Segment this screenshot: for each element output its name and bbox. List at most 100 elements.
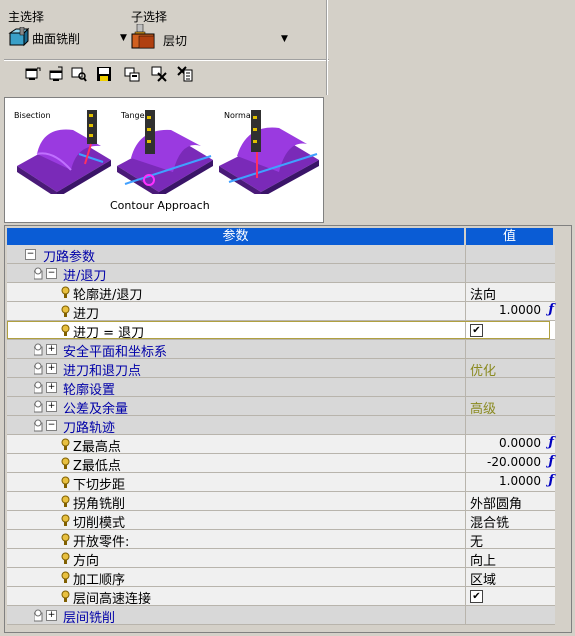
table-row[interactable]: + 公差及余量 高级: [7, 397, 557, 417]
group-bulb-icon: [34, 343, 43, 356]
row-value[interactable]: -20.0000: [487, 455, 541, 469]
function-icon[interactable]: ƒ: [548, 302, 554, 317]
table-row[interactable]: 进刀 = 退刀 ✔: [7, 321, 557, 341]
normal-illustration: [219, 110, 319, 194]
row-name: 进刀: [73, 307, 100, 322]
collapse-icon[interactable]: −: [46, 268, 57, 279]
row-name: 层间高速连接: [73, 592, 152, 607]
lightbulb-icon: [61, 552, 70, 564]
lightbulb-icon: [61, 305, 70, 317]
row-value[interactable]: 高级: [470, 398, 496, 417]
row-value[interactable]: 0.0000: [499, 436, 541, 450]
sub-select-value: 层切: [163, 34, 188, 48]
table-row[interactable]: 进刀 1.0000 ƒ: [7, 302, 557, 322]
table-row[interactable]: Z最低点 -20.0000 ƒ: [7, 454, 557, 474]
row-name: 开放零件:: [73, 535, 130, 550]
table-row[interactable]: 拐角铣削 外部圆角: [7, 492, 557, 512]
row-name: 切削模式: [73, 516, 126, 531]
main-select-dropdown[interactable]: 曲面铣削 ▼: [8, 27, 128, 49]
tools-icon[interactable]: [151, 66, 167, 82]
row-name: 轮廓进/退刀: [73, 288, 143, 303]
table-row[interactable]: + 安全平面和坐标系: [7, 340, 557, 360]
row-value[interactable]: 无: [470, 531, 483, 550]
lightbulb-icon: [61, 571, 70, 583]
row-value[interactable]: 混合铣: [470, 512, 509, 531]
table-row[interactable]: + 进刀和退刀点 优化: [7, 359, 557, 379]
table-row[interactable]: + 轮廓设置: [7, 378, 557, 398]
row-value[interactable]: 1.0000: [499, 474, 541, 488]
table-row[interactable]: − 刀路参数: [7, 245, 557, 265]
open-icon[interactable]: [48, 66, 64, 82]
column-header-param[interactable]: 参数: [7, 228, 464, 245]
lightbulb-icon: [61, 438, 70, 450]
lightbulb-icon: [61, 514, 70, 526]
row-value[interactable]: 优化: [470, 360, 496, 379]
row-name: Z最低点: [73, 459, 121, 474]
collapse-icon[interactable]: −: [25, 249, 36, 260]
row-name: 刀路轨迹: [63, 421, 116, 436]
sub-select-dropdown[interactable]: 层切 ▼: [131, 24, 291, 50]
table-row[interactable]: 加工顺序 区域: [7, 568, 557, 588]
lightbulb-icon: [61, 286, 70, 298]
focus-outline: [7, 321, 550, 339]
layer-cut-icon: [131, 24, 155, 49]
contour-approach-preview: Bisection Tangent Normal Contour Approac…: [4, 97, 324, 223]
row-value[interactable]: 1.0000: [499, 303, 541, 317]
table-row[interactable]: 方向 向上: [7, 549, 557, 569]
column-header-value[interactable]: 值: [466, 228, 553, 245]
expand-icon[interactable]: +: [46, 344, 57, 355]
expand-icon[interactable]: +: [46, 363, 57, 374]
select-icon[interactable]: [177, 66, 193, 82]
row-name: 轮廓设置: [63, 383, 116, 398]
vertical-scrollbar[interactable]: [558, 245, 570, 631]
table-row[interactable]: 下切步距 1.0000 ƒ: [7, 473, 557, 493]
main-select-value: 曲面铣削: [32, 32, 81, 46]
lightbulb-icon: [61, 590, 70, 602]
table-row[interactable]: 开放零件: 无: [7, 530, 557, 550]
tangent-illustration: [117, 110, 213, 194]
group-bulb-icon: [34, 419, 43, 432]
expand-icon[interactable]: +: [46, 401, 57, 412]
row-name: 进/退刀: [63, 269, 107, 284]
table-row[interactable]: + 层间铣削: [7, 606, 557, 626]
expand-icon[interactable]: +: [46, 610, 57, 621]
row-name: 拐角铣削: [73, 497, 126, 512]
expand-icon[interactable]: +: [46, 382, 57, 393]
row-value-checkbox[interactable]: ✔: [470, 590, 483, 603]
group-bulb-icon: [34, 381, 43, 394]
group-bulb-icon: [34, 400, 43, 413]
row-name: 下切步距: [73, 478, 126, 493]
row-name: 层间铣削: [63, 611, 116, 626]
lightbulb-icon: [61, 533, 70, 545]
properties-icon[interactable]: [124, 66, 140, 82]
lightbulb-icon: [61, 495, 70, 507]
table-row[interactable]: 轮廓进/退刀 法向: [7, 283, 557, 303]
row-value[interactable]: 外部圆角: [470, 493, 522, 512]
row-name: 刀路参数: [43, 250, 96, 265]
separator: [326, 0, 328, 95]
row-value[interactable]: 区域: [470, 569, 496, 588]
row-name: Z最高点: [73, 440, 121, 455]
table-row[interactable]: − 进/退刀: [7, 264, 557, 284]
row-value[interactable]: 法向: [470, 284, 496, 303]
row-name: 加工顺序: [73, 573, 126, 588]
lightbulb-icon: [61, 457, 70, 469]
separator: [4, 59, 329, 61]
bisection-illustration: [17, 110, 111, 194]
table-row[interactable]: Z最高点 0.0000 ƒ: [7, 435, 557, 455]
table-row[interactable]: 切削模式 混合铣: [7, 511, 557, 531]
save-icon[interactable]: [96, 66, 112, 82]
collapse-icon[interactable]: −: [46, 420, 57, 431]
table-row[interactable]: − 刀路轨迹: [7, 416, 557, 436]
search-icon[interactable]: [71, 66, 87, 82]
chevron-down-icon[interactable]: ▼: [120, 33, 127, 43]
function-icon[interactable]: ƒ: [548, 435, 554, 450]
chevron-down-icon[interactable]: ▼: [281, 34, 288, 44]
function-icon[interactable]: ƒ: [548, 454, 554, 469]
table-row[interactable]: 层间高速连接 ✔: [7, 587, 557, 607]
function-icon[interactable]: ƒ: [548, 473, 554, 488]
row-value[interactable]: 向上: [470, 550, 496, 569]
row-name: 安全平面和坐标系: [63, 345, 168, 360]
new-window-icon[interactable]: [25, 66, 41, 82]
group-bulb-icon: [34, 362, 43, 375]
